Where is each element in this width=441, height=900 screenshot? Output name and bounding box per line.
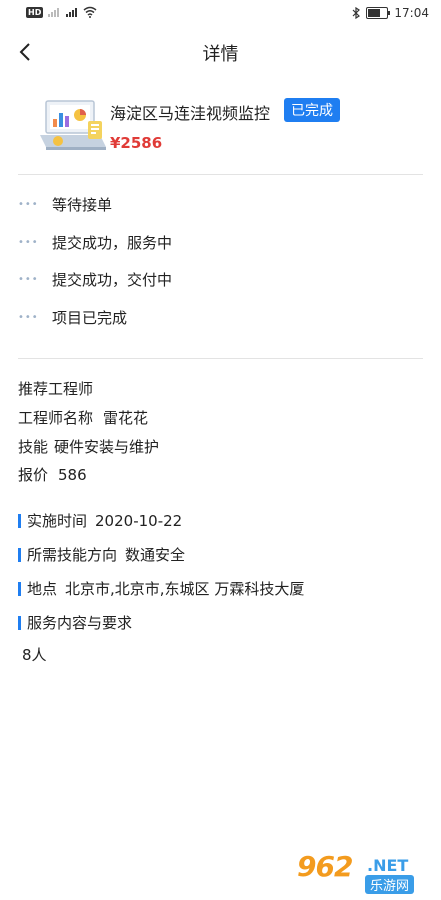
battery-icon	[366, 7, 391, 19]
signal-icon	[48, 8, 60, 17]
section-marker	[18, 615, 21, 630]
divider	[18, 358, 423, 359]
detail-direction-row: 所需技能方向 数通安全	[18, 544, 185, 565]
detail-location-label: 地点	[27, 580, 58, 598]
engineer-skill-row: 技能 硬件安装与维护	[18, 436, 159, 457]
engineer-heading: 推荐工程师	[18, 380, 94, 398]
engineer-skill-label: 技能	[18, 438, 49, 456]
progress-label: 项目已完成	[52, 308, 128, 327]
engineer-quote-value: 586	[58, 466, 87, 484]
detail-time-value: 2020-10-22	[95, 511, 183, 530]
order-title: 海淀区马连洼视频监控	[110, 104, 271, 123]
status-badge: 已完成	[284, 98, 340, 122]
detail-content-label: 服务内容与要求	[27, 614, 133, 632]
ellipsis-icon: •••	[18, 273, 39, 285]
hd-badge: HD	[26, 6, 44, 18]
watermark-number: 962	[297, 850, 353, 883]
engineer-quote-label: 报价	[18, 466, 49, 484]
status-bar: HD 17:04	[0, 0, 441, 28]
divider	[18, 174, 423, 175]
watermark-logo: 962 .NET 乐游网	[293, 848, 433, 894]
header: 详情	[0, 30, 441, 74]
progress-item-delivering: ••• 提交成功，交付中	[18, 268, 172, 290]
detail-location-value: 北京市,北京市,东城区 万霖科技大厦	[65, 580, 305, 598]
progress-item-waiting: ••• 等待接单	[18, 193, 112, 215]
signal-4g-icon	[66, 8, 78, 17]
detail-time-label: 实施时间	[27, 512, 88, 530]
order-card: 海淀区马连洼视频监控 已完成 ¥2586	[18, 90, 423, 170]
watermark-net: .NET	[367, 856, 409, 875]
status-time: 17:04	[394, 6, 429, 20]
section-marker	[18, 513, 21, 528]
status-right: 17:04	[352, 6, 429, 20]
progress-item-completed: ••• 项目已完成	[18, 306, 127, 328]
progress-label: 等待接单	[52, 195, 113, 214]
detail-content-row: 服务内容与要求	[18, 612, 132, 633]
page-title: 详情	[202, 44, 239, 65]
section-marker	[18, 547, 21, 562]
ellipsis-icon: •••	[18, 236, 39, 248]
bluetooth-icon	[352, 7, 361, 19]
progress-label: 提交成功，服务中	[52, 233, 173, 252]
engineer-skill-value: 硬件安装与维护	[54, 438, 160, 456]
detail-time-row: 实施时间 2020-10-22	[18, 510, 182, 531]
engineer-name-value: 雷花花	[103, 409, 149, 427]
order-price: ¥2586	[110, 134, 163, 152]
engineer-name-label: 工程师名称	[18, 409, 94, 427]
status-left: HD	[26, 6, 97, 18]
engineer-quote-row: 报价 586	[18, 464, 87, 485]
ellipsis-icon: •••	[18, 311, 39, 323]
detail-direction-label: 所需技能方向	[27, 546, 118, 564]
ellipsis-icon: •••	[18, 198, 39, 210]
detail-location-row: 地点 北京市,北京市,东城区 万霖科技大厦	[18, 578, 304, 599]
progress-item-in-service: ••• 提交成功，服务中	[18, 231, 172, 253]
progress-label: 提交成功，交付中	[52, 270, 173, 289]
watermark-sub: 乐游网	[365, 875, 415, 894]
engineer-name-row: 工程师名称 雷花花	[18, 407, 148, 428]
laptop-analytics-icon	[40, 100, 106, 150]
detail-content-value: 8人	[22, 646, 47, 664]
wifi-icon	[83, 6, 97, 18]
section-marker	[18, 581, 21, 596]
detail-direction-value: 数通安全	[125, 546, 186, 564]
